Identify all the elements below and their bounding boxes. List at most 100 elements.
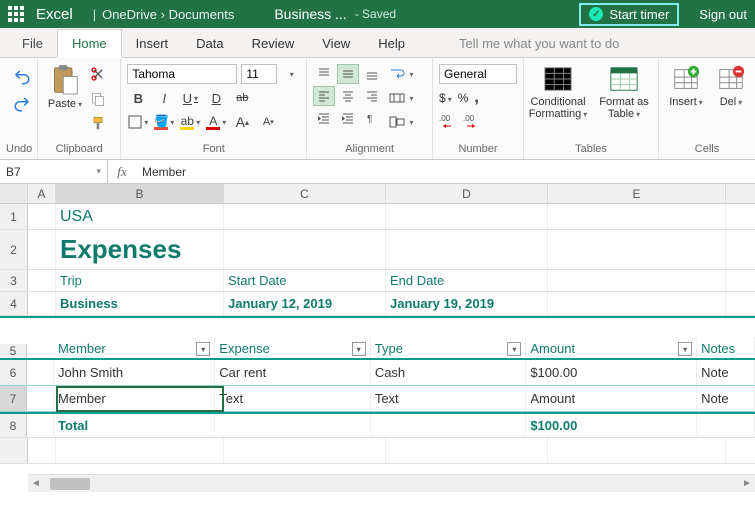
copy-button[interactable]: [90, 91, 106, 110]
cell[interactable]: [224, 230, 386, 269]
row-header-2[interactable]: 2: [0, 230, 28, 269]
table-header-amount[interactable]: Amount ▾: [526, 337, 697, 358]
tab-home[interactable]: Home: [57, 29, 122, 58]
tab-data[interactable]: Data: [182, 30, 237, 57]
format-painter-button[interactable]: [90, 116, 106, 135]
breadcrumb-documents[interactable]: Documents: [169, 7, 235, 22]
strikethrough-button[interactable]: ab: [231, 88, 253, 108]
row-header-6[interactable]: 6: [0, 360, 27, 385]
align-bottom-button[interactable]: [361, 64, 383, 84]
cell[interactable]: [386, 438, 548, 463]
row-header-empty[interactable]: [0, 438, 28, 463]
cell[interactable]: [27, 360, 54, 385]
bold-button[interactable]: B: [127, 88, 149, 108]
align-middle-button[interactable]: [337, 64, 359, 84]
cell[interactable]: [224, 204, 386, 229]
highlight-button[interactable]: ab: [179, 112, 201, 132]
tell-me-input[interactable]: Tell me what you want to do: [449, 30, 629, 57]
orientation-button[interactable]: [389, 112, 413, 132]
rtl-button[interactable]: ¶: [361, 108, 383, 128]
name-box[interactable]: B7 ▾: [0, 160, 108, 183]
cell[interactable]: [371, 414, 527, 437]
app-launcher-icon[interactable]: [8, 6, 24, 22]
cell[interactable]: [27, 386, 54, 411]
cell-amount[interactable]: Amount: [526, 386, 697, 411]
wrap-text-button[interactable]: [389, 64, 413, 84]
undo-button[interactable]: [13, 68, 31, 89]
format-as-table-button[interactable]: Format as Table: [596, 64, 652, 121]
align-top-button[interactable]: [313, 64, 335, 84]
filter-icon[interactable]: ▾: [352, 342, 366, 356]
decrease-decimal-button[interactable]: .00: [439, 113, 457, 132]
scroll-left-icon[interactable]: ◄: [28, 478, 44, 489]
cell[interactable]: [548, 292, 726, 315]
document-name[interactable]: Business ...: [274, 6, 346, 22]
cell-total-label[interactable]: Total: [54, 414, 215, 437]
cell-expense[interactable]: Text: [215, 386, 371, 411]
font-size-select[interactable]: [241, 64, 277, 84]
cell-value-end[interactable]: January 19, 2019: [386, 292, 548, 315]
cell[interactable]: [56, 438, 224, 463]
paste-button[interactable]: Paste: [44, 62, 86, 141]
row-header-5[interactable]: 5: [0, 344, 27, 358]
col-header-e[interactable]: E: [548, 184, 726, 203]
col-header-b[interactable]: B: [56, 184, 224, 203]
cell-expense[interactable]: Car rent: [215, 360, 371, 385]
select-all-corner[interactable]: [0, 184, 28, 203]
cell[interactable]: [28, 270, 56, 291]
cell[interactable]: [548, 230, 726, 269]
cell[interactable]: [27, 354, 54, 358]
cell[interactable]: [215, 414, 371, 437]
cell-country[interactable]: USA: [56, 204, 224, 229]
col-header-c[interactable]: C: [224, 184, 386, 203]
italic-button[interactable]: I: [153, 88, 175, 108]
redo-button[interactable]: [13, 95, 31, 116]
cell[interactable]: [28, 438, 56, 463]
cell[interactable]: [548, 270, 726, 291]
cell[interactable]: [548, 204, 726, 229]
filter-icon[interactable]: ▾: [196, 342, 210, 356]
underline-button[interactable]: U: [179, 88, 201, 108]
cell-type[interactable]: Cash: [371, 360, 527, 385]
scroll-thumb[interactable]: [50, 478, 90, 490]
cell-label-start[interactable]: Start Date: [224, 270, 386, 291]
cell-title[interactable]: Expenses: [56, 230, 224, 269]
cell[interactable]: [697, 414, 755, 437]
table-header-expense[interactable]: Expense ▾: [215, 337, 371, 358]
cell-notes[interactable]: Note: [697, 360, 755, 385]
col-header-a[interactable]: A: [28, 184, 56, 203]
cell-type[interactable]: Text: [371, 386, 527, 411]
breadcrumb[interactable]: OneDrive › Documents: [102, 7, 234, 22]
cell-member-selected[interactable]: Member: [54, 386, 215, 411]
cell-notes[interactable]: Note: [697, 386, 755, 411]
font-color-button[interactable]: A: [205, 112, 227, 132]
tab-review[interactable]: Review: [238, 30, 309, 57]
align-left-button[interactable]: [313, 86, 335, 106]
currency-button[interactable]: $: [439, 91, 452, 105]
percent-button[interactable]: %: [458, 91, 469, 105]
cell[interactable]: [28, 204, 56, 229]
row-header-1[interactable]: 1: [0, 204, 28, 229]
fill-color-button[interactable]: 🪣: [153, 112, 175, 132]
font-shrink-button[interactable]: A▾: [257, 112, 279, 132]
cell-label-end[interactable]: End Date: [386, 270, 548, 291]
breadcrumb-onedrive[interactable]: OneDrive: [102, 7, 157, 22]
cell[interactable]: [386, 204, 548, 229]
cell-value-start[interactable]: January 12, 2019: [224, 292, 386, 315]
row-header-3[interactable]: 3: [0, 270, 28, 291]
table-header-notes[interactable]: Notes: [697, 337, 755, 358]
start-timer-button[interactable]: ✓ Start timer: [579, 3, 679, 26]
conditional-formatting-button[interactable]: Conditional Formatting: [530, 64, 586, 121]
cell-member[interactable]: John Smith: [54, 360, 215, 385]
cell-total-amount[interactable]: $100.00: [526, 414, 697, 437]
indent-increase-button[interactable]: [337, 108, 359, 128]
grid[interactable]: A B C D E 1 USA 2 Expenses 3 Trip: [0, 184, 755, 492]
fx-icon[interactable]: fx: [108, 164, 136, 180]
number-format-select[interactable]: [439, 64, 517, 84]
delete-cells-button[interactable]: Del: [713, 64, 749, 109]
increase-decimal-button[interactable]: .00: [463, 113, 481, 132]
row-header-8[interactable]: 8: [0, 414, 27, 437]
cell[interactable]: [27, 414, 54, 437]
tab-help[interactable]: Help: [364, 30, 419, 57]
tab-insert[interactable]: Insert: [122, 30, 183, 57]
